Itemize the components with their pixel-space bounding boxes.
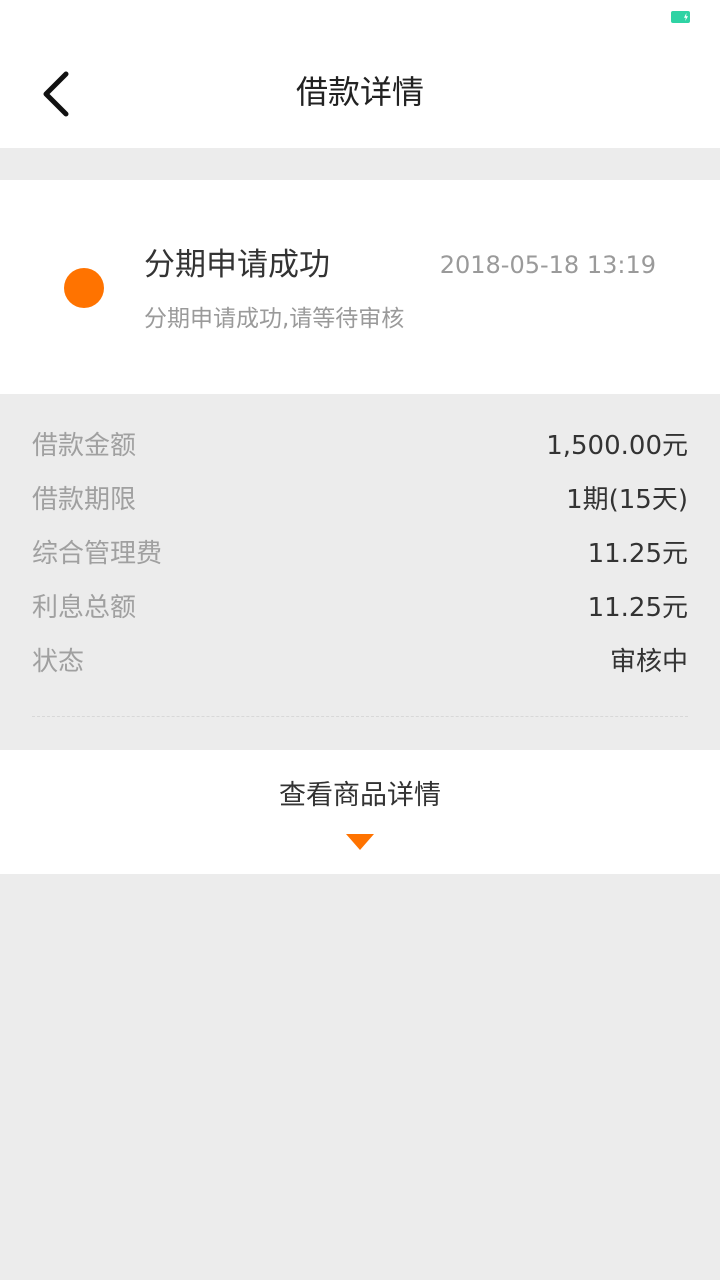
detail-value: 1,500.00元 bbox=[546, 431, 688, 461]
detail-label: 借款金额 bbox=[32, 431, 137, 461]
detail-row-status: 状态 审核中 bbox=[32, 642, 688, 682]
caret-down-icon bbox=[346, 834, 374, 850]
detail-row-amount: 借款金额 1,500.00元 bbox=[32, 426, 688, 466]
detail-row-interest: 利息总额 11.25元 bbox=[32, 588, 688, 628]
detail-row-term: 借款期限 1期(15天) bbox=[32, 480, 688, 520]
chevron-left-icon bbox=[43, 71, 69, 117]
back-button[interactable] bbox=[30, 62, 90, 122]
nav-bar: 借款详情 bbox=[0, 40, 720, 148]
page-title: 借款详情 bbox=[295, 73, 424, 111]
status-bar bbox=[0, 0, 720, 40]
detail-label: 利息总额 bbox=[32, 593, 137, 623]
detail-value: 11.25元 bbox=[587, 539, 688, 569]
loan-details: 借款金额 1,500.00元 借款期限 1期(15天) 综合管理费 11.25元… bbox=[0, 394, 720, 750]
status-description: 分期申请成功,请等待审核 bbox=[144, 306, 405, 332]
detail-label: 借款期限 bbox=[32, 485, 137, 515]
detail-label: 状态 bbox=[32, 647, 85, 677]
divider bbox=[32, 716, 688, 717]
detail-value: 审核中 bbox=[609, 647, 688, 677]
status-card: 分期申请成功 2018-05-18 13:19 分期申请成功,请等待审核 bbox=[0, 180, 720, 394]
detail-label: 综合管理费 bbox=[32, 539, 163, 569]
status-dot-icon bbox=[64, 268, 104, 308]
view-goods-button[interactable]: 查看商品详情 bbox=[0, 750, 720, 874]
view-goods-label: 查看商品详情 bbox=[279, 780, 441, 811]
detail-row-fee: 综合管理费 11.25元 bbox=[32, 534, 688, 574]
detail-value: 11.25元 bbox=[587, 593, 688, 623]
status-timestamp: 2018-05-18 13:19 bbox=[439, 251, 656, 279]
detail-value: 1期(15天) bbox=[566, 485, 688, 515]
battery-charging-icon bbox=[671, 11, 690, 23]
status-title: 分期申请成功 bbox=[144, 247, 330, 283]
